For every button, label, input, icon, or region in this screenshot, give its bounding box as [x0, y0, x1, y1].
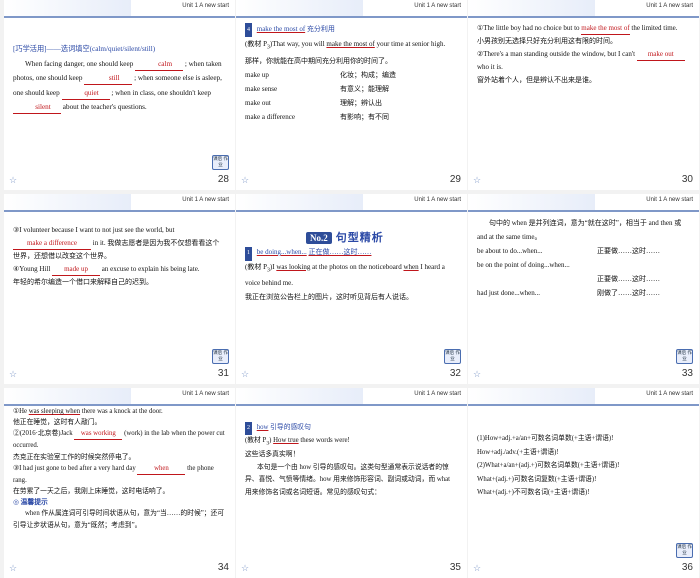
pattern-line: (2)What+a/an+(adj.+)可数名词单数(+主语+谓语)! — [477, 462, 620, 469]
translation: 那样，你就能在高中期间充分利用你的时间了。 — [245, 57, 392, 66]
pattern-line: What+(adj.+)可数名词复数(+主语+谓语)! — [477, 475, 597, 483]
pattern-line: How+adj./adv.(+主语+谓语)! — [477, 448, 559, 456]
slide-header: Unit 1 A new start — [236, 194, 467, 212]
star-icon: ☆ — [473, 369, 482, 379]
star-icon: ☆ — [241, 369, 250, 379]
page-number: 33 — [681, 368, 693, 379]
header-text: Unit 1 A new start — [182, 3, 229, 9]
section-title: 句型精析 — [335, 232, 384, 244]
star-icon: ☆ — [241, 175, 250, 185]
slide-header: Unit 1 A new start — [468, 194, 699, 212]
star-icon: ☆ — [241, 563, 250, 573]
star-icon: ☆ — [9, 369, 18, 379]
answer: make a difference — [13, 238, 91, 250]
answer: made up — [52, 264, 101, 276]
answer: make the most of — [581, 23, 630, 35]
slide-header: Unit 1 A new start — [468, 388, 699, 406]
slide-28[interactable]: Unit 1 A new start [巧学活用]——选词填空(calm/qui… — [4, 0, 235, 190]
page-number: 29 — [449, 174, 461, 185]
exercise-title: [巧学活用]——选词填空(calm/quiet/silent/still) — [13, 45, 156, 53]
slide-31[interactable]: Unit 1 A new start ③I volunteer because … — [4, 194, 235, 384]
page-number: 30 — [681, 174, 693, 185]
section-number: No.2 — [306, 232, 332, 244]
slide-header: Unit 1 A new start — [4, 0, 235, 18]
answer-silent: silent — [13, 102, 61, 114]
slide-header: Unit 1 A new start — [4, 194, 235, 212]
answer: make out — [636, 49, 685, 61]
answer-calm: calm — [135, 59, 184, 71]
page-number: 31 — [217, 368, 229, 379]
answer-quiet: quiet — [61, 88, 110, 100]
slide-34[interactable]: Unit 1 A new start ①He was sleeping when… — [4, 388, 235, 578]
phrase-row: make up 化妆；构成；编造 — [245, 71, 396, 80]
slide-grid: Unit 1 A new start [巧学活用]——选词填空(calm/qui… — [0, 0, 700, 578]
phrase-cn: 充分利用 — [306, 25, 335, 33]
phrase-row: make sense 有意义；能理解 — [245, 85, 389, 94]
slide-30[interactable]: Unit 1 A new start ①The little boy had n… — [468, 0, 699, 190]
pattern-line: (1)How+adj.+a/an+可数名词单数(+主语+谓语)! — [477, 435, 614, 442]
homework-badge[interactable]: 课后 作业 — [676, 543, 693, 558]
phrase-row: make a difference 有影响；有不同 — [245, 113, 389, 122]
homework-badge[interactable]: 课后 作业 — [676, 349, 693, 364]
slide-header: Unit 1 A new start — [236, 0, 467, 18]
answer: when — [137, 463, 186, 475]
tip-title: ◎ 温馨提示 — [13, 499, 48, 507]
slide-33[interactable]: Unit 1 A new start 句中的 when 是并列连词，意为“就在这… — [468, 194, 699, 384]
page-number: 32 — [449, 368, 461, 379]
star-icon: ☆ — [9, 563, 18, 573]
phrase-row: make out 理解；辨认出 — [245, 99, 382, 108]
slide-36[interactable]: Unit 1 A new start (1)How+adj.+a/an+可数名词… — [468, 388, 699, 578]
slide-header: Unit 1 A new start — [468, 0, 699, 18]
phrase: make the most of — [256, 25, 306, 33]
slide-35[interactable]: Unit 1 A new start 2 how 引导的感叹句 (教材 P3) … — [236, 388, 467, 578]
answer-still: still — [84, 73, 133, 85]
page-number: 28 — [217, 174, 229, 185]
homework-badge[interactable]: 课后 作业 — [212, 155, 229, 170]
homework-badge[interactable]: 课后 作业 — [212, 349, 229, 364]
slide-header: Unit 1 A new start — [236, 388, 467, 406]
pattern-line: What+(adj.+)不可数名词(+主语+谓语)! — [477, 489, 590, 496]
homework-badge[interactable]: 课后 作业 — [444, 349, 461, 364]
page-number: 34 — [217, 562, 229, 573]
slide-29[interactable]: Unit 1 A new start 4 make the most of 充分… — [236, 0, 467, 190]
star-icon: ☆ — [473, 563, 482, 573]
answer: was working — [74, 428, 123, 441]
page-number: 35 — [449, 562, 461, 573]
star-icon: ☆ — [473, 175, 482, 185]
slide-header: Unit 1 A new start — [4, 388, 235, 406]
star-icon: ☆ — [9, 175, 18, 185]
slide-32[interactable]: Unit 1 A new start No.2 句型精析 1 be doing.… — [236, 194, 467, 384]
item-number: 4 — [245, 23, 252, 37]
page-number: 36 — [681, 562, 693, 573]
pattern: be doing...when... — [256, 248, 307, 256]
